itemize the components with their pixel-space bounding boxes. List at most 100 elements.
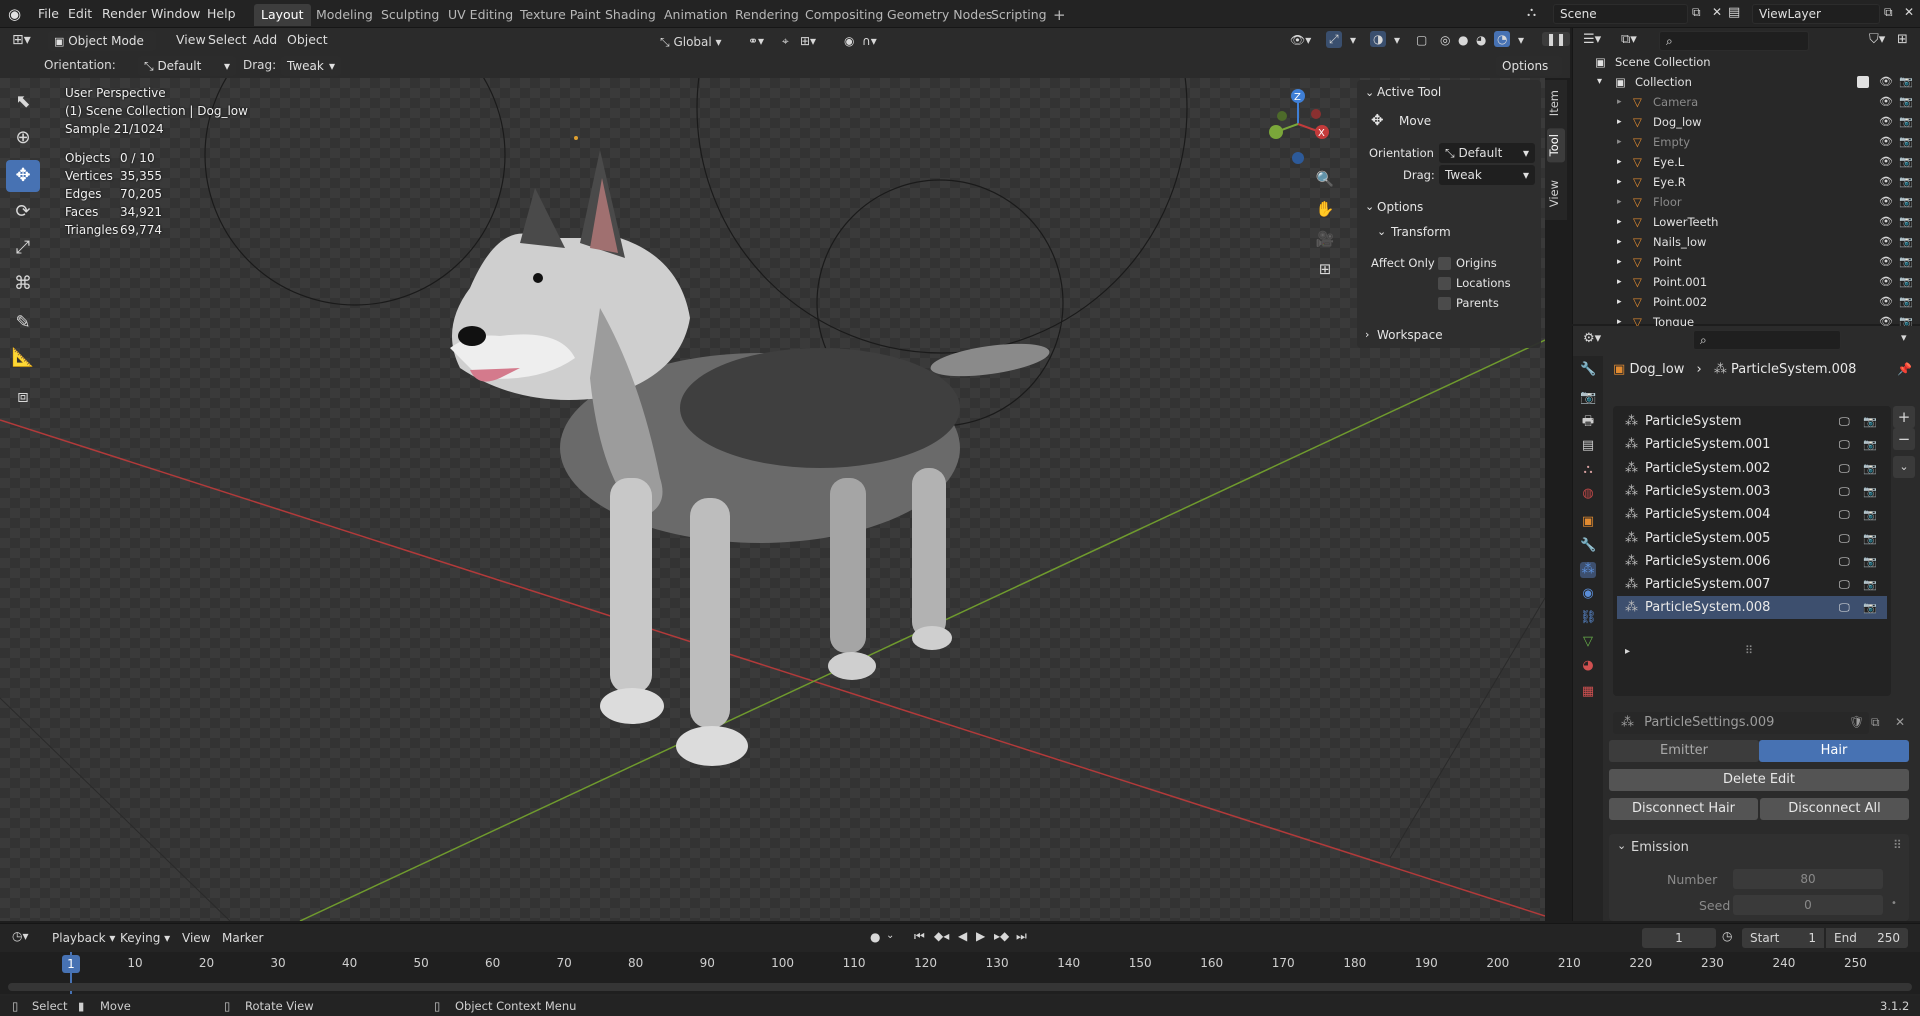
active-tool-title[interactable]: Active Tool	[1377, 85, 1441, 99]
display-mode-icon[interactable]: ⧉▾	[1621, 32, 1637, 47]
npanel-drag-select[interactable]: Tweak ▾	[1439, 165, 1535, 185]
menu-file[interactable]: File	[32, 5, 65, 23]
view-layer-tab-icon[interactable]: ▤	[1580, 438, 1596, 454]
chevron-down-icon[interactable]: ⌄	[1365, 200, 1374, 213]
drag-select[interactable]: Tweak ▾	[281, 56, 341, 76]
chevron-right-icon[interactable]: ▸	[1617, 192, 1622, 212]
current-frame-field[interactable]: 1	[1642, 928, 1716, 948]
duplicate-icon[interactable]: ⧉	[1871, 715, 1880, 730]
chevron-right-icon[interactable]: ▸	[1617, 152, 1622, 172]
shading-dropdown-icon[interactable]: ▾	[1518, 33, 1524, 47]
delete-scene-icon[interactable]: ✕	[1712, 5, 1722, 19]
constraints-tab-icon[interactable]: ⛓	[1580, 610, 1597, 626]
camera-render-icon[interactable]: 📷	[1863, 550, 1877, 573]
end-frame-field[interactable]: End 250	[1826, 928, 1908, 948]
gizmo-y-axis[interactable]	[1269, 125, 1283, 139]
viewport-display-icon[interactable]: 🖵	[1839, 480, 1850, 503]
scene-tab-icon[interactable]: ⛬	[1580, 462, 1596, 478]
specials-menu-button[interactable]: ⌄	[1893, 456, 1915, 478]
tool-tab-icon[interactable]: 🔧	[1580, 362, 1596, 378]
tab-geometry-nodes[interactable]: Geometry Nodes	[880, 4, 999, 26]
camera-render-icon[interactable]: 📷	[1863, 503, 1877, 526]
outliner-row[interactable]: ▸ ▽ LowerTeeth 👁 📷	[1573, 212, 1920, 232]
outliner-row[interactable]: ▸ ▽ Dog_low 👁 📷	[1573, 112, 1920, 132]
camera-render-icon[interactable]: 📷	[1863, 457, 1877, 480]
view-layer-icon[interactable]: ▤	[1728, 5, 1740, 20]
camera-render-icon[interactable]: 📷	[1899, 92, 1913, 112]
properties-editor-icon[interactable]: ⚙▾	[1583, 331, 1601, 346]
camera-render-icon[interactable]: 📷	[1899, 192, 1913, 212]
chevron-down-icon[interactable]: ⌄	[1365, 86, 1374, 99]
fake-user-icon[interactable]: 🛡	[1849, 715, 1864, 729]
drag-handle-icon[interactable]: ⠿	[1893, 838, 1902, 852]
gizmo-icon[interactable]: ⤢	[1326, 31, 1342, 48]
menu-window[interactable]: Window	[145, 5, 206, 23]
tab-tool[interactable]: Tool	[1547, 128, 1565, 163]
falloff-icon[interactable]: ∩▾	[862, 34, 877, 48]
particle-systems-list[interactable]: ⁂ ParticleSystem 🖵 📷 ⁂ ParticleSystem.001 🖵 📷 ⁂ P…	[1613, 406, 1891, 696]
emitter-toggle[interactable]: Emitter	[1609, 740, 1759, 762]
camera-render-icon[interactable]: 📷	[1899, 172, 1913, 192]
viewport-display-icon[interactable]: 🖵	[1839, 410, 1850, 433]
overlays-dropdown-icon[interactable]: ▾	[1394, 33, 1400, 47]
tab-item[interactable]: Item	[1547, 84, 1565, 122]
camera-render-icon[interactable]: 📷	[1899, 292, 1913, 312]
particle-system-row[interactable]: ⁂ ParticleSystem 🖵 📷	[1617, 410, 1887, 433]
chevron-right-icon[interactable]: ▸	[1617, 232, 1622, 252]
timeline-scrollbar[interactable]	[8, 983, 1912, 991]
chevron-right-icon[interactable]: ›	[1365, 328, 1369, 341]
outliner-row-scene-collection[interactable]: ▣ Scene Collection	[1573, 52, 1920, 72]
pin-icon[interactable]: 📌	[1897, 362, 1912, 376]
pause-render-icon[interactable]: ❚❚	[1542, 32, 1571, 46]
chevron-right-icon[interactable]: ▸	[1617, 292, 1622, 312]
viewport-menu-add[interactable]: Add	[247, 31, 283, 49]
locations-checkbox[interactable]	[1438, 277, 1451, 290]
seed-field[interactable]: 0	[1733, 895, 1883, 915]
eye-icon[interactable]: 👁	[1879, 112, 1893, 132]
chevron-down-icon[interactable]: ⌄	[886, 930, 894, 941]
chevron-down-icon[interactable]: ▾	[1597, 72, 1602, 92]
snap-target-icon[interactable]: ⊞▾	[800, 34, 816, 48]
next-keyframe-icon[interactable]: ▸◆	[994, 929, 1009, 943]
add-cube-tool-icon[interactable]: ⧈	[6, 381, 40, 413]
viewport-display-icon[interactable]: 🖵	[1839, 596, 1850, 619]
camera-render-icon[interactable]: 📷	[1899, 272, 1913, 292]
outliner-row[interactable]: ▸ ▽ Camera 👁 📷	[1573, 92, 1920, 112]
particle-system-row[interactable]: ⁂ ParticleSystem.008 🖵 📷	[1617, 596, 1887, 620]
material-tab-icon[interactable]: ◕	[1580, 658, 1596, 674]
eye-icon[interactable]: 👁	[1879, 152, 1893, 172]
transform-subsection[interactable]: Transform	[1391, 225, 1451, 239]
new-view-layer-icon[interactable]: ⧉	[1884, 5, 1893, 20]
camera-render-icon[interactable]: 📷	[1863, 433, 1877, 456]
mode-select[interactable]: ▣ Object Mode ▾	[48, 31, 156, 69]
gizmo-neg-z-axis[interactable]	[1292, 152, 1304, 164]
eye-icon[interactable]: 👁	[1879, 92, 1893, 112]
unlink-icon[interactable]: ✕	[1895, 715, 1905, 729]
outliner-row-collection[interactable]: ▾ ▣ Collection 👁 📷	[1573, 72, 1920, 92]
new-scene-icon[interactable]: ⧉	[1692, 5, 1701, 20]
hair-toggle[interactable]: Hair	[1759, 740, 1909, 762]
play-icon[interactable]: ▶	[976, 929, 985, 943]
particle-system-row[interactable]: ⁂ ParticleSystem.004 🖵 📷	[1617, 503, 1887, 526]
outliner-row[interactable]: ▸ ▽ Point.001 👁 📷	[1573, 272, 1920, 292]
transform-orientation-select[interactable]: ⤡ Global ▾	[660, 32, 722, 52]
pivot-icon[interactable]: ⚭▾	[748, 34, 764, 48]
chevron-right-icon[interactable]: ▸	[1617, 112, 1622, 132]
editor-type-icon[interactable]: ⊞▾	[12, 32, 31, 48]
viewport-menu-object[interactable]: Object	[281, 31, 334, 49]
camera-render-icon[interactable]: 📷	[1863, 596, 1877, 619]
view-layer-field[interactable]: ViewLayer	[1752, 4, 1880, 24]
tab-modeling[interactable]: Modeling	[309, 4, 380, 26]
play-reverse-icon[interactable]: ◀	[958, 929, 967, 943]
camera-view-icon[interactable]: 🎥	[1313, 230, 1337, 254]
camera-render-icon[interactable]: 📷	[1863, 480, 1877, 503]
particle-system-row[interactable]: ⁂ ParticleSystem.001 🖵 📷	[1617, 433, 1887, 456]
particle-system-row[interactable]: ⁂ ParticleSystem.005 🖵 📷	[1617, 527, 1887, 550]
number-field[interactable]: 80	[1733, 869, 1883, 889]
tab-texture-paint[interactable]: Texture Paint	[513, 4, 608, 26]
outliner-row[interactable]: ▸ ▽ Empty 👁 📷	[1573, 132, 1920, 152]
outliner-row[interactable]: ▸ ▽ Point 👁 📷	[1573, 252, 1920, 272]
workspace-section[interactable]: Workspace	[1377, 328, 1443, 342]
clock-icon[interactable]: ◷	[1722, 929, 1732, 943]
disconnect-hair-button[interactable]: Disconnect Hair	[1609, 798, 1758, 820]
